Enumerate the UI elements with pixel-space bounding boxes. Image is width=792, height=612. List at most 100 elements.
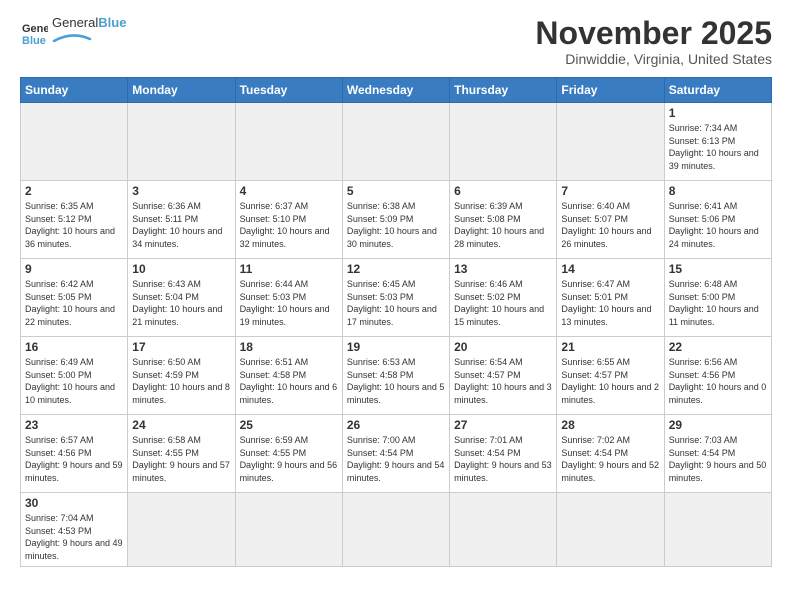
day-info: Sunrise: 6:50 AM Sunset: 4:59 PM Dayligh… bbox=[132, 356, 230, 406]
day-number: 3 bbox=[132, 184, 230, 198]
calendar-cell bbox=[342, 493, 449, 566]
day-number: 30 bbox=[25, 496, 123, 510]
day-info: Sunrise: 7:04 AM Sunset: 4:53 PM Dayligh… bbox=[25, 512, 123, 562]
weekday-header-sunday: Sunday bbox=[21, 78, 128, 103]
logo: General Blue GeneralBlue bbox=[20, 16, 126, 48]
day-info: Sunrise: 6:45 AM Sunset: 5:03 PM Dayligh… bbox=[347, 278, 445, 328]
calendar-cell bbox=[557, 493, 664, 566]
day-info: Sunrise: 6:48 AM Sunset: 5:00 PM Dayligh… bbox=[669, 278, 767, 328]
svg-text:Blue: Blue bbox=[22, 35, 46, 46]
day-info: Sunrise: 7:03 AM Sunset: 4:54 PM Dayligh… bbox=[669, 434, 767, 484]
day-info: Sunrise: 6:39 AM Sunset: 5:08 PM Dayligh… bbox=[454, 200, 552, 250]
day-number: 10 bbox=[132, 262, 230, 276]
day-number: 5 bbox=[347, 184, 445, 198]
calendar-cell: 17Sunrise: 6:50 AM Sunset: 4:59 PM Dayli… bbox=[128, 337, 235, 415]
calendar-cell: 6 Sunrise: 6:39 AM Sunset: 5:08 PM Daylig… bbox=[450, 181, 557, 259]
day-number: 4 bbox=[240, 184, 338, 198]
day-info: Sunrise: 7:34 AM Sunset: 6:13 PM Dayligh… bbox=[669, 122, 767, 172]
location: Dinwiddie, Virginia, United States bbox=[535, 51, 772, 67]
weekday-header-monday: Monday bbox=[128, 78, 235, 103]
day-number: 1 bbox=[669, 106, 767, 120]
day-number: 26 bbox=[347, 418, 445, 432]
day-number: 22 bbox=[669, 340, 767, 354]
day-number: 2 bbox=[25, 184, 123, 198]
calendar-cell: 18 Sunrise: 6:51 AM Sunset: 4:58 PM Dayli… bbox=[235, 337, 342, 415]
header: General Blue GeneralBlue November 2025 D… bbox=[20, 16, 772, 67]
day-number: 19 bbox=[347, 340, 445, 354]
day-info: Sunrise: 6:55 AM Sunset: 4:57 PM Dayligh… bbox=[561, 356, 659, 406]
calendar-cell: 1 Sunrise: 7:34 AM Sunset: 6:13 PM Daylig… bbox=[664, 103, 771, 181]
weekday-header-row: SundayMondayTuesdayWednesdayThursdayFrid… bbox=[21, 78, 772, 103]
calendar-cell bbox=[128, 493, 235, 566]
calendar-cell: 11Sunrise: 6:44 AM Sunset: 5:03 PM Dayli… bbox=[235, 259, 342, 337]
svg-text:General: General bbox=[22, 23, 48, 35]
calendar-cell: 28 Sunrise: 7:02 AM Sunset: 4:54 PM Dayli… bbox=[557, 415, 664, 493]
day-info: Sunrise: 6:40 AM Sunset: 5:07 PM Dayligh… bbox=[561, 200, 659, 250]
logo-swoosh bbox=[52, 31, 92, 43]
calendar-cell: 22 Sunrise: 6:56 AM Sunset: 4:56 PM Dayli… bbox=[664, 337, 771, 415]
calendar-cell bbox=[21, 103, 128, 181]
day-info: Sunrise: 6:43 AM Sunset: 5:04 PM Dayligh… bbox=[132, 278, 230, 328]
calendar-cell: 13 Sunrise: 6:46 AM Sunset: 5:02 PM Dayli… bbox=[450, 259, 557, 337]
day-number: 27 bbox=[454, 418, 552, 432]
day-info: Sunrise: 6:37 AM Sunset: 5:10 PM Dayligh… bbox=[240, 200, 338, 250]
day-number: 25 bbox=[240, 418, 338, 432]
day-info: Sunrise: 7:02 AM Sunset: 4:54 PM Dayligh… bbox=[561, 434, 659, 484]
calendar-cell: 20Sunrise: 6:54 AM Sunset: 4:57 PM Dayli… bbox=[450, 337, 557, 415]
calendar-cell bbox=[450, 493, 557, 566]
week-row-1: 2Sunrise: 6:35 AM Sunset: 5:12 PM Daylig… bbox=[21, 181, 772, 259]
calendar-cell bbox=[664, 493, 771, 566]
calendar-cell: 2Sunrise: 6:35 AM Sunset: 5:12 PM Daylig… bbox=[21, 181, 128, 259]
title-block: November 2025 Dinwiddie, Virginia, Unite… bbox=[535, 16, 772, 67]
day-info: Sunrise: 6:49 AM Sunset: 5:00 PM Dayligh… bbox=[25, 356, 123, 406]
weekday-header-thursday: Thursday bbox=[450, 78, 557, 103]
weekday-header-tuesday: Tuesday bbox=[235, 78, 342, 103]
calendar-cell bbox=[342, 103, 449, 181]
calendar-cell bbox=[235, 103, 342, 181]
day-number: 16 bbox=[25, 340, 123, 354]
day-number: 28 bbox=[561, 418, 659, 432]
day-info: Sunrise: 6:58 AM Sunset: 4:55 PM Dayligh… bbox=[132, 434, 230, 484]
day-number: 7 bbox=[561, 184, 659, 198]
calendar-cell: 15 Sunrise: 6:48 AM Sunset: 5:00 PM Dayli… bbox=[664, 259, 771, 337]
week-row-0: 1 Sunrise: 7:34 AM Sunset: 6:13 PM Daylig… bbox=[21, 103, 772, 181]
day-info: Sunrise: 6:42 AM Sunset: 5:05 PM Dayligh… bbox=[25, 278, 123, 328]
day-number: 24 bbox=[132, 418, 230, 432]
day-info: Sunrise: 6:46 AM Sunset: 5:02 PM Dayligh… bbox=[454, 278, 552, 328]
calendar-cell: 24 Sunrise: 6:58 AM Sunset: 4:55 PM Dayli… bbox=[128, 415, 235, 493]
calendar-cell bbox=[128, 103, 235, 181]
calendar-cell: 4 Sunrise: 6:37 AM Sunset: 5:10 PM Daylig… bbox=[235, 181, 342, 259]
day-number: 18 bbox=[240, 340, 338, 354]
calendar-cell: 16 Sunrise: 6:49 AM Sunset: 5:00 PM Dayli… bbox=[21, 337, 128, 415]
day-info: Sunrise: 6:41 AM Sunset: 5:06 PM Dayligh… bbox=[669, 200, 767, 250]
day-number: 9 bbox=[25, 262, 123, 276]
calendar-cell: 7 Sunrise: 6:40 AM Sunset: 5:07 PM Daylig… bbox=[557, 181, 664, 259]
logo-general: General bbox=[52, 15, 98, 30]
day-number: 21 bbox=[561, 340, 659, 354]
week-row-5: 30 Sunrise: 7:04 AM Sunset: 4:53 PM Dayli… bbox=[21, 493, 772, 566]
day-number: 14 bbox=[561, 262, 659, 276]
calendar-cell: 21 Sunrise: 6:55 AM Sunset: 4:57 PM Dayli… bbox=[557, 337, 664, 415]
day-number: 6 bbox=[454, 184, 552, 198]
calendar-table: SundayMondayTuesdayWednesdayThursdayFrid… bbox=[20, 77, 772, 566]
day-info: Sunrise: 6:36 AM Sunset: 5:11 PM Dayligh… bbox=[132, 200, 230, 250]
weekday-header-saturday: Saturday bbox=[664, 78, 771, 103]
day-number: 8 bbox=[669, 184, 767, 198]
day-info: Sunrise: 6:56 AM Sunset: 4:56 PM Dayligh… bbox=[669, 356, 767, 406]
day-number: 12 bbox=[347, 262, 445, 276]
day-info: Sunrise: 7:00 AM Sunset: 4:54 PM Dayligh… bbox=[347, 434, 445, 484]
calendar-cell bbox=[235, 493, 342, 566]
calendar-cell: 19 Sunrise: 6:53 AM Sunset: 4:58 PM Dayli… bbox=[342, 337, 449, 415]
day-info: Sunrise: 6:47 AM Sunset: 5:01 PM Dayligh… bbox=[561, 278, 659, 328]
calendar-cell: 12 Sunrise: 6:45 AM Sunset: 5:03 PM Dayli… bbox=[342, 259, 449, 337]
calendar-cell: 25Sunrise: 6:59 AM Sunset: 4:55 PM Dayli… bbox=[235, 415, 342, 493]
month-title: November 2025 bbox=[535, 16, 772, 51]
day-number: 15 bbox=[669, 262, 767, 276]
day-info: Sunrise: 6:53 AM Sunset: 4:58 PM Dayligh… bbox=[347, 356, 445, 406]
day-number: 13 bbox=[454, 262, 552, 276]
calendar-cell bbox=[557, 103, 664, 181]
logo-icon: General Blue bbox=[20, 18, 48, 46]
calendar-cell: 10 Sunrise: 6:43 AM Sunset: 5:04 PM Dayli… bbox=[128, 259, 235, 337]
weekday-header-friday: Friday bbox=[557, 78, 664, 103]
day-info: Sunrise: 6:51 AM Sunset: 4:58 PM Dayligh… bbox=[240, 356, 338, 406]
